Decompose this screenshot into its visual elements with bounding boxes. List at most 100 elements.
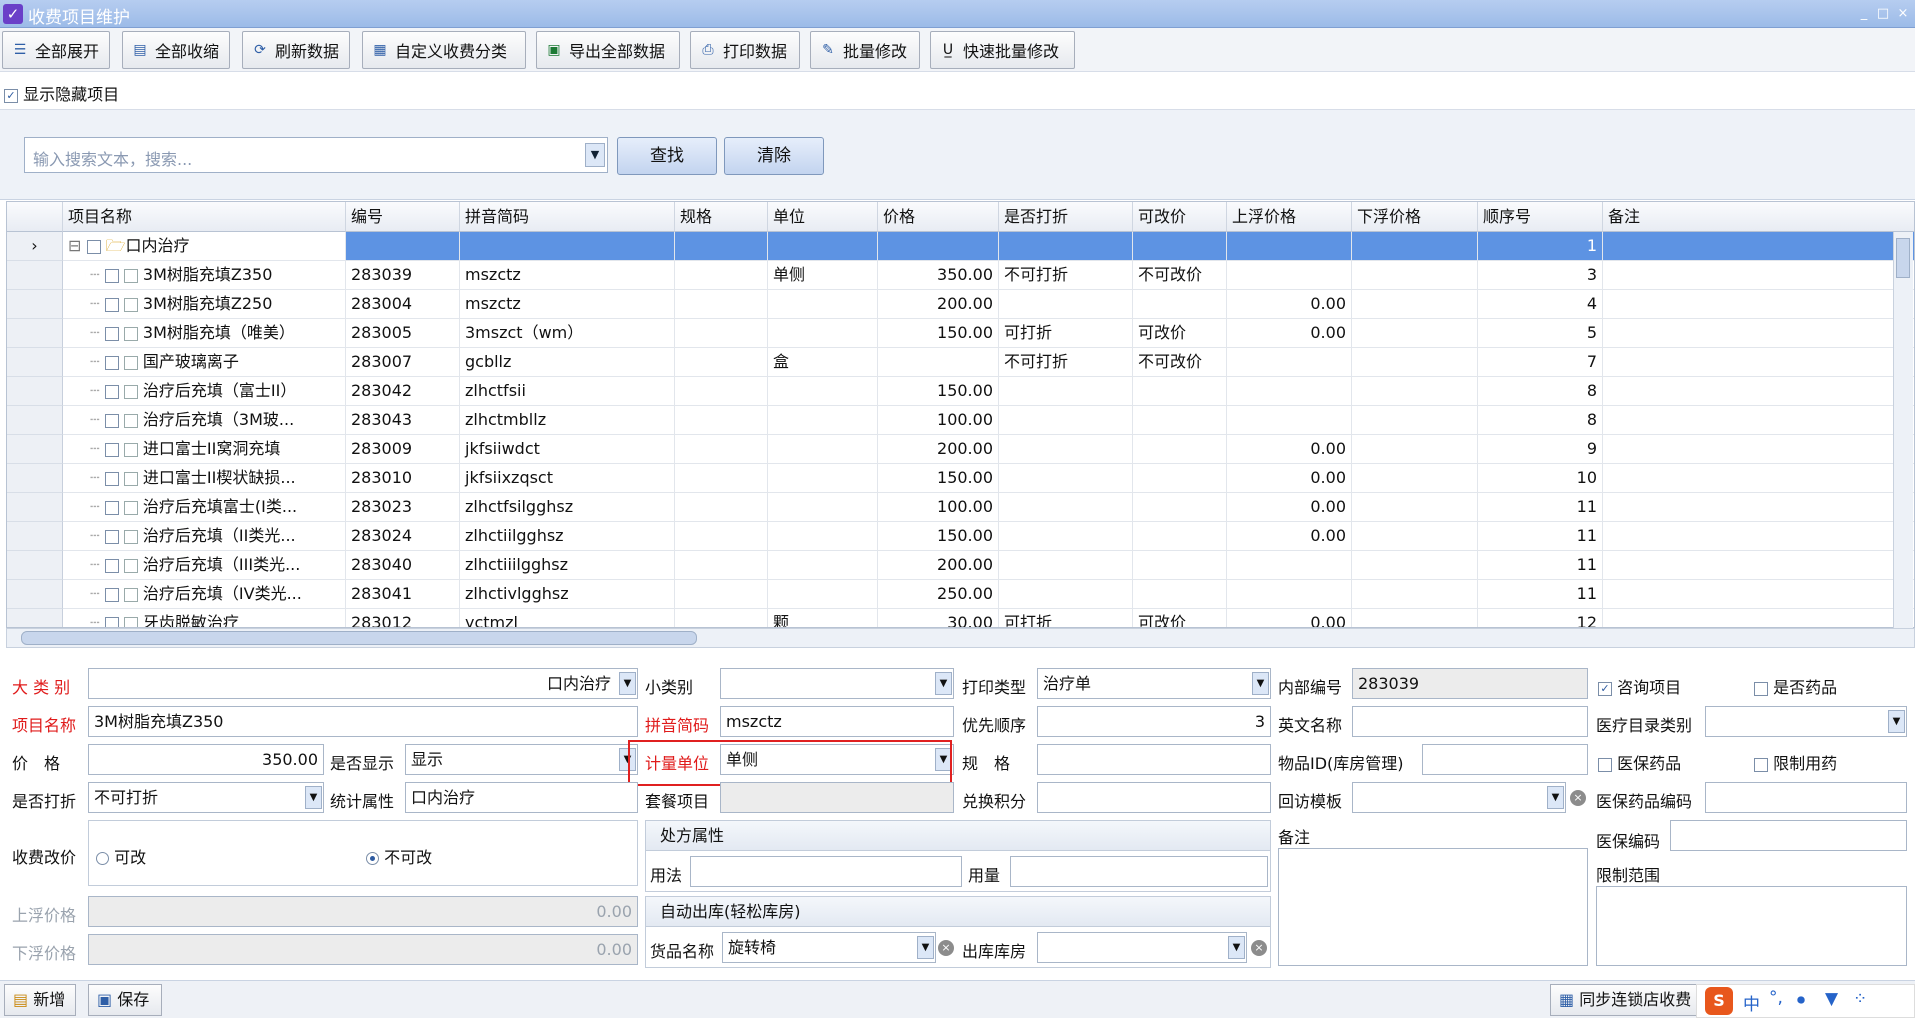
cell-price[interactable]: 200.00 [878,551,999,580]
cell-spec[interactable] [675,290,768,319]
cell-up[interactable]: 0.00 [1227,522,1352,551]
cell-down[interactable] [1352,377,1478,406]
row-checkbox[interactable] [104,500,119,515]
cell-order[interactable]: 8 [1478,406,1603,435]
warehouse-select[interactable]: ▼ [1037,932,1247,963]
stat-field[interactable]: 口内治疗 [405,782,638,813]
row-checkbox[interactable] [104,616,119,627]
cell-up[interactable]: 0.00 [1227,290,1352,319]
row-indicator[interactable] [7,406,63,435]
group-name-cell[interactable]: ⊟ 🗁口内治疗 [63,232,346,261]
cell-spec[interactable] [675,609,768,627]
cell-price[interactable]: 150.00 [878,522,999,551]
cell-editable[interactable] [1133,464,1227,493]
grid-cell[interactable] [768,232,878,261]
clear-icon[interactable]: × [938,940,954,956]
cell-down[interactable] [1352,493,1478,522]
col-header[interactable]: 规格 [675,202,768,232]
cell-discount[interactable] [999,435,1133,464]
cell-remark[interactable] [1603,319,1914,348]
cell-editable[interactable] [1133,435,1227,464]
cell-price[interactable]: 150.00 [878,319,999,348]
cell-discount[interactable] [999,493,1133,522]
cell-order[interactable]: 8 [1478,377,1603,406]
cell-editable[interactable]: 可改价 [1133,319,1227,348]
grid-cell[interactable] [346,232,460,261]
limit-range-textarea[interactable] [1596,886,1907,966]
usage-field[interactable] [690,856,962,887]
cell-order[interactable]: 4 [1478,290,1603,319]
cell-pinyin[interactable]: zlhctiiilgghsz [460,551,675,580]
cell-code[interactable]: 283004 [346,290,460,319]
cell-pinyin[interactable]: mszctz [460,261,675,290]
cell-unit[interactable] [768,551,878,580]
cell-code[interactable]: 283007 [346,348,460,377]
cell-discount[interactable]: 可打折 [999,609,1133,627]
col-header[interactable]: 顺序号 [1478,202,1603,232]
cell-down[interactable] [1352,609,1478,627]
cell-down[interactable] [1352,319,1478,348]
table-row[interactable]: ┄ 治疗后充填（IV类光... 283041 zlhctivlgghsz 250.00… [7,580,1914,609]
cell-spec[interactable] [675,348,768,377]
cell-up[interactable] [1227,348,1352,377]
group-row[interactable]: › ⊟ 🗁口内治疗 1 [7,232,1914,261]
cell-pinyin[interactable]: jkfsiixzqsct [460,464,675,493]
revisit-select[interactable]: ▼ [1352,782,1566,813]
table-row[interactable]: ┄ 治疗后充填（III类光... 283040 zlhctiiilgghsz 200.… [7,551,1914,580]
sync-button[interactable]: ▦ 同步连锁店收费 [1550,984,1700,1016]
row-indicator[interactable]: › [7,232,63,261]
cell-unit[interactable] [768,319,878,348]
row-indicator[interactable] [7,551,63,580]
cell-pinyin[interactable]: zlhctivlgghsz [460,580,675,609]
cell-remark[interactable] [1603,261,1914,290]
table-row[interactable]: ┄ 治疗后充填（II类光... 283024 zlhctiilgghsz 150.00… [7,522,1914,551]
table-row[interactable]: ┄ 治疗后充填富士(I类... 283023 zlhctfsilgghsz 100.0… [7,493,1914,522]
grid-cell[interactable] [460,232,675,261]
cell-unit[interactable]: 颗 [768,609,878,627]
cell-code[interactable]: 283010 [346,464,460,493]
points-field[interactable] [1037,782,1271,813]
cell-discount[interactable]: 不可打折 [999,261,1133,290]
clear-icon[interactable]: × [1570,790,1586,806]
cell-price[interactable]: 100.00 [878,493,999,522]
grid-cell[interactable] [1133,232,1227,261]
cell-price[interactable]: 250.00 [878,580,999,609]
grid-cell[interactable] [1227,232,1352,261]
discount-select[interactable]: 不可打折 ▼ [88,782,324,813]
goods-select[interactable]: 旋转椅 ▼ [722,932,936,963]
refresh-button[interactable]: ⟳ 刷新数据 [242,31,350,69]
col-header[interactable]: 拼音简码 [460,202,675,232]
minimize-button[interactable]: _ [1856,6,1872,22]
cell-discount[interactable] [999,580,1133,609]
item-id-field[interactable] [1422,744,1588,775]
cell-code[interactable]: 283023 [346,493,460,522]
cell-remark[interactable] [1603,551,1914,580]
price-field[interactable]: 350.00 [88,744,324,775]
grid-cell[interactable] [878,232,999,261]
cell-remark[interactable] [1603,377,1914,406]
cell-spec[interactable] [675,522,768,551]
med-catalog-select[interactable]: ▼ [1705,706,1907,737]
cell-editable[interactable] [1133,406,1227,435]
cell-pinyin[interactable]: gcbllz [460,348,675,377]
cell-down[interactable] [1352,406,1478,435]
restricted-drug-option[interactable]: 限制用药 [1754,750,1837,774]
cell-unit[interactable]: 单侧 [768,261,878,290]
row-indicator[interactable] [7,580,63,609]
quick-batch-edit-button[interactable]: U̲ 快速批量修改 [930,31,1075,69]
chevron-down-icon[interactable]: ▼ [1888,710,1905,733]
cell-order[interactable]: 11 [1478,580,1603,609]
cell-remark[interactable] [1603,348,1914,377]
col-header[interactable]: 可改价 [1133,202,1227,232]
chevron-down-icon[interactable]: ▼ [619,672,636,695]
print-button[interactable]: ⎙ 打印数据 [690,31,800,69]
skin-icon[interactable]: ▼ [1825,989,1838,1009]
cell-order[interactable]: 11 [1478,493,1603,522]
row-checkbox[interactable] [104,471,119,486]
cell-pinyin[interactable]: zlhctfsii [460,377,675,406]
is-drug-checkbox[interactable] [1754,681,1768,696]
cell-discount[interactable] [999,377,1133,406]
cell-code[interactable]: 283039 [346,261,460,290]
cell-down[interactable] [1352,348,1478,377]
hscroll-thumb[interactable] [21,631,697,645]
